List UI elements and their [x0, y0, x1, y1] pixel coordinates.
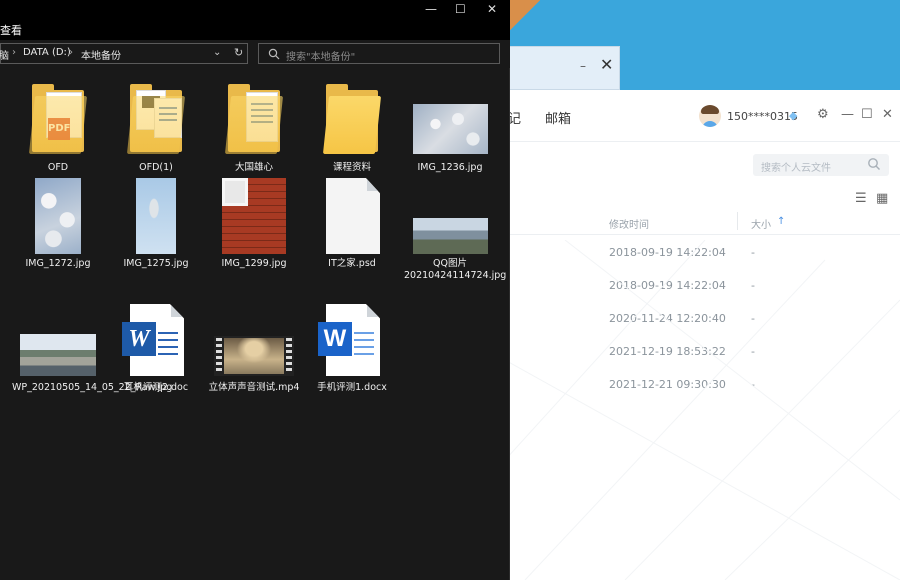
file-name: IMG_1272.jpg [25, 258, 91, 269]
menu-view[interactable]: 查看 [0, 22, 22, 38]
file-name: 手机评测1.docx [317, 382, 387, 393]
search-icon [268, 48, 280, 60]
file-item-folder[interactable]: 课程资料 [306, 82, 398, 178]
breadcrumb-root[interactable]: 脑 [0, 47, 9, 62]
image-thumbnail [404, 82, 496, 162]
explorer-close-button[interactable]: ✕ [487, 2, 497, 16]
explorer-menu-bar: 查看 [0, 20, 510, 40]
chevron-down-icon[interactable]: ⌄ [213, 47, 221, 58]
video-thumbnail [208, 302, 300, 382]
file-item-image[interactable]: IMG_1236.jpg [404, 82, 496, 178]
file-name: 立体声声音测试.mp4 [208, 382, 300, 393]
maximize-button[interactable]: ☐ [861, 107, 873, 122]
file-item-word[interactable]: W 手机评测1.docx [306, 302, 398, 398]
minimize-button[interactable]: — [841, 107, 854, 122]
file-name: OFD [47, 162, 69, 173]
explorer-title-bar: — ☐ ✕ [0, 0, 510, 20]
search-placeholder: 搜索个人云文件 [761, 163, 831, 174]
avatar[interactable] [699, 105, 721, 127]
file-name: IMG_1236.jpg [417, 162, 483, 173]
cloud-app-window: 记 邮箱 150****0315 ◆ ⚙ — ☐ ✕ 搜索个人云文件 ☰ ▦ 修… [505, 90, 900, 580]
word-doc-icon: W [110, 302, 202, 382]
file-item-image[interactable]: WP_20210505_14_05_22_Raw.jpg [12, 302, 173, 410]
file-item-word[interactable]: W 耳机评测2.doc [110, 302, 202, 398]
file-name: QQ图片20210424114724.jpg [404, 258, 507, 281]
search-icon[interactable] [867, 157, 881, 171]
file-item-image[interactable]: IMG_1272.jpg [12, 178, 104, 274]
file-item-image[interactable]: IMG_1299.jpg [208, 178, 300, 274]
file-item-folder[interactable]: OFD(1) [110, 82, 202, 178]
column-divider [737, 212, 738, 230]
file-item-image[interactable]: IMG_1275.jpg [110, 178, 202, 274]
image-thumbnail [12, 178, 104, 258]
file-item-video[interactable]: 立体声声音测试.mp4 [208, 302, 300, 398]
vip-diamond-icon: ◆ [789, 109, 798, 122]
nav-item-mailbox[interactable]: 邮箱 [545, 108, 571, 127]
refresh-icon[interactable]: ↻ [234, 46, 243, 59]
dialog-minimize-button[interactable]: – [580, 59, 586, 73]
blank-file-icon [306, 178, 398, 258]
file-name: IMG_1275.jpg [123, 258, 189, 269]
folder-icon [110, 82, 202, 162]
image-thumbnail [208, 178, 300, 258]
file-item-folder[interactable]: PDF OFD [12, 82, 104, 178]
word-doc-icon: W [306, 302, 398, 382]
folder-icon: PDF [12, 82, 104, 162]
explorer-search-input[interactable]: 搜索"本地备份" [258, 43, 500, 64]
column-modified-time[interactable]: 修改时间 [609, 216, 649, 231]
settings-icon[interactable]: ⚙ [817, 107, 829, 122]
file-item-psd[interactable]: IT之家.psd [306, 178, 398, 274]
cloud-dialog-fragment: – ✕ [505, 46, 620, 90]
dialog-close-button[interactable]: ✕ [600, 55, 613, 74]
file-name: OFD(1) [139, 162, 173, 173]
close-button[interactable]: ✕ [882, 107, 893, 122]
breadcrumb-drive[interactable]: DATA (D:) [23, 47, 71, 58]
file-name: IMG_1299.jpg [221, 258, 287, 269]
column-size[interactable]: 大小 [751, 216, 771, 231]
file-name: WP_20210505_14_05_22_Raw.jpg [12, 382, 173, 393]
file-item-folder[interactable]: 大国雄心 [208, 82, 300, 178]
image-thumbnail [110, 178, 202, 258]
file-item-image[interactable]: QQ图片20210424114724.jpg [404, 178, 507, 296]
file-name: 大国雄心 [234, 162, 273, 173]
user-phone-number[interactable]: 150****0315 [727, 110, 798, 123]
desktop-wallpaper-corner [505, 0, 900, 48]
folder-icon [208, 82, 300, 162]
file-explorer-window: — ☐ ✕ 查看 脑 › DATA (D:) › 本地备份 ⌄ ↻ 搜索"本地备… [0, 0, 510, 580]
grid-view-icon[interactable]: ▦ [876, 191, 888, 206]
explorer-maximize-button[interactable]: ☐ [455, 2, 466, 16]
file-name: 耳机评测2.doc [123, 382, 189, 393]
chevron-right-icon: › [12, 47, 16, 58]
folder-icon [306, 82, 398, 162]
list-view-icon[interactable]: ☰ [855, 191, 867, 206]
image-thumbnail [404, 178, 496, 258]
file-name: IT之家.psd [328, 258, 376, 269]
image-thumbnail [12, 302, 104, 382]
cloud-top-bar: 记 邮箱 150****0315 ◆ ⚙ — ☐ ✕ [505, 90, 900, 142]
chevron-right-icon: › [69, 47, 73, 58]
search-placeholder: 搜索"本地备份" [286, 52, 356, 63]
address-row: 脑 › DATA (D:) › 本地备份 ⌄ ↻ 搜索"本地备份" [0, 40, 510, 68]
cloud-search-input[interactable]: 搜索个人云文件 [753, 154, 889, 176]
breadcrumb-folder[interactable]: 本地备份 [81, 47, 121, 62]
background-watermark [505, 240, 900, 580]
address-bar[interactable]: 脑 › DATA (D:) › 本地备份 ⌄ ↻ [0, 43, 248, 64]
explorer-minimize-button[interactable]: — [425, 2, 437, 16]
sort-arrow-icon[interactable]: ↑ [777, 216, 785, 227]
file-name: 课程资料 [332, 162, 371, 173]
